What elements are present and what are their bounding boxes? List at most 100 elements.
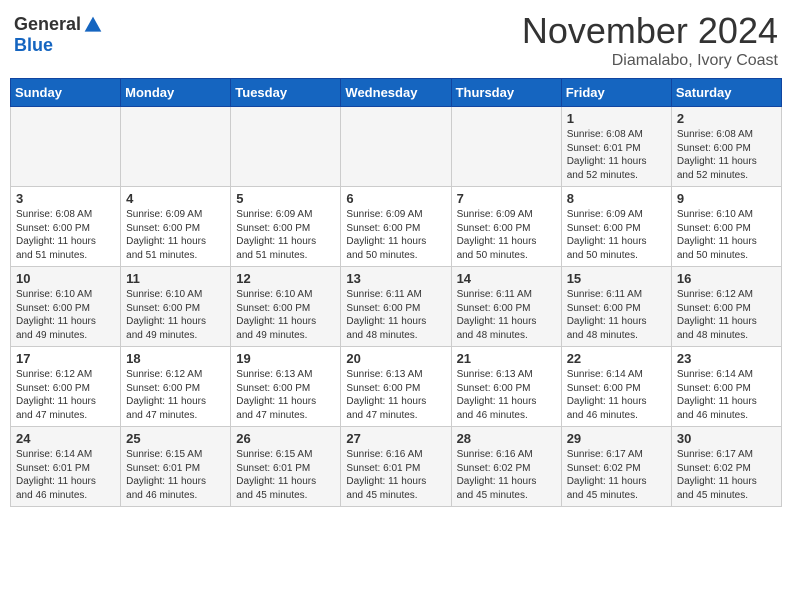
calendar-cell: 9 Sunrise: 6:10 AMSunset: 6:00 PMDaylight… — [671, 187, 781, 267]
day-info: Sunrise: 6:14 AMSunset: 6:00 PMDaylight:… — [677, 368, 776, 422]
day-number: 20 — [346, 351, 445, 366]
day-number: 9 — [677, 191, 776, 206]
day-info: Sunrise: 6:12 AMSunset: 6:00 PMDaylight:… — [677, 288, 776, 342]
day-number: 16 — [677, 271, 776, 286]
logo-general: General — [14, 14, 81, 35]
calendar-cell: 4 Sunrise: 6:09 AMSunset: 6:00 PMDaylight… — [121, 187, 231, 267]
day-info: Sunrise: 6:12 AMSunset: 6:00 PMDaylight:… — [126, 368, 225, 422]
calendar-cell: 29 Sunrise: 6:17 AMSunset: 6:02 PMDayligh… — [561, 427, 671, 507]
location-title: Diamalabo, Ivory Coast — [522, 52, 778, 70]
calendar-week-row: 10 Sunrise: 6:10 AMSunset: 6:00 PMDayligh… — [11, 267, 782, 347]
calendar-table: SundayMondayTuesdayWednesdayThursdayFrid… — [10, 78, 782, 507]
weekday-header: Wednesday — [341, 79, 451, 107]
day-info: Sunrise: 6:08 AMSunset: 6:00 PMDaylight:… — [16, 208, 115, 262]
calendar-week-row: 24 Sunrise: 6:14 AMSunset: 6:01 PMDayligh… — [11, 427, 782, 507]
day-number: 23 — [677, 351, 776, 366]
calendar-cell: 21Sunrise: 6:13 AMSunset: 6:00 PMDayligh… — [451, 347, 561, 427]
day-info: Sunrise: 6:13 AMSunset: 6:00 PMDaylight:… — [457, 368, 556, 422]
calendar-cell: 6 Sunrise: 6:09 AMSunset: 6:00 PMDaylight… — [341, 187, 451, 267]
month-title: November 2024 — [522, 10, 778, 52]
day-info: Sunrise: 6:09 AMSunset: 6:00 PMDaylight:… — [126, 208, 225, 262]
day-info: Sunrise: 6:08 AMSunset: 6:00 PMDaylight:… — [677, 128, 776, 182]
day-number: 19 — [236, 351, 335, 366]
day-number: 6 — [346, 191, 445, 206]
day-number: 14 — [457, 271, 556, 286]
day-info: Sunrise: 6:09 AMSunset: 6:00 PMDaylight:… — [236, 208, 335, 262]
day-number: 3 — [16, 191, 115, 206]
calendar-cell: 26Sunrise: 6:15 AMSunset: 6:01 PMDayligh… — [231, 427, 341, 507]
day-info: Sunrise: 6:08 AMSunset: 6:01 PMDaylight:… — [567, 128, 666, 182]
calendar-cell: 5 Sunrise: 6:09 AMSunset: 6:00 PMDaylight… — [231, 187, 341, 267]
calendar-cell: 1 Sunrise: 6:08 AMSunset: 6:01 PMDaylight… — [561, 107, 671, 187]
calendar-cell: 12Sunrise: 6:10 AMSunset: 6:00 PMDayligh… — [231, 267, 341, 347]
day-number: 29 — [567, 431, 666, 446]
day-info: Sunrise: 6:16 AMSunset: 6:01 PMDaylight:… — [346, 448, 445, 502]
calendar-week-row: 17 Sunrise: 6:12 AMSunset: 6:00 PMDayligh… — [11, 347, 782, 427]
day-info: Sunrise: 6:13 AMSunset: 6:00 PMDaylight:… — [346, 368, 445, 422]
day-info: Sunrise: 6:14 AMSunset: 6:01 PMDaylight:… — [16, 448, 115, 502]
day-number: 15 — [567, 271, 666, 286]
calendar-cell: 10Sunrise: 6:10 AMSunset: 6:00 PMDayligh… — [11, 267, 121, 347]
calendar-cell — [11, 107, 121, 187]
day-number: 17 — [16, 351, 115, 366]
calendar-week-row: 1 Sunrise: 6:08 AMSunset: 6:01 PMDaylight… — [11, 107, 782, 187]
day-number: 10 — [16, 271, 115, 286]
calendar-cell: 25 Sunrise: 6:15 AMSunset: 6:01 PMDayligh… — [121, 427, 231, 507]
day-number: 2 — [677, 111, 776, 126]
day-info: Sunrise: 6:09 AMSunset: 6:00 PMDaylight:… — [346, 208, 445, 262]
calendar-cell: 24 Sunrise: 6:14 AMSunset: 6:01 PMDayligh… — [11, 427, 121, 507]
day-info: Sunrise: 6:16 AMSunset: 6:02 PMDaylight:… — [457, 448, 556, 502]
day-info: Sunrise: 6:17 AMSunset: 6:02 PMDaylight:… — [567, 448, 666, 502]
day-info: Sunrise: 6:14 AMSunset: 6:00 PMDaylight:… — [567, 368, 666, 422]
weekday-header: Tuesday — [231, 79, 341, 107]
weekday-header: Sunday — [11, 79, 121, 107]
day-info: Sunrise: 6:17 AMSunset: 6:02 PMDaylight:… — [677, 448, 776, 502]
calendar-cell: 18Sunrise: 6:12 AMSunset: 6:00 PMDayligh… — [121, 347, 231, 427]
day-info: Sunrise: 6:09 AMSunset: 6:00 PMDaylight:… — [567, 208, 666, 262]
day-number: 7 — [457, 191, 556, 206]
calendar-cell: 7Sunrise: 6:09 AMSunset: 6:00 PMDaylight… — [451, 187, 561, 267]
day-number: 13 — [346, 271, 445, 286]
day-info: Sunrise: 6:10 AMSunset: 6:00 PMDaylight:… — [236, 288, 335, 342]
day-number: 25 — [126, 431, 225, 446]
calendar-cell — [121, 107, 231, 187]
day-number: 28 — [457, 431, 556, 446]
day-info: Sunrise: 6:10 AMSunset: 6:00 PMDaylight:… — [126, 288, 225, 342]
day-info: Sunrise: 6:11 AMSunset: 6:00 PMDaylight:… — [457, 288, 556, 342]
calendar-cell: 19 Sunrise: 6:13 AMSunset: 6:00 PMDayligh… — [231, 347, 341, 427]
day-number: 27 — [346, 431, 445, 446]
calendar-cell: 28 Sunrise: 6:16 AMSunset: 6:02 PMDayligh… — [451, 427, 561, 507]
calendar-cell: 20 Sunrise: 6:13 AMSunset: 6:00 PMDayligh… — [341, 347, 451, 427]
calendar-cell: 11 Sunrise: 6:10 AMSunset: 6:00 PMDayligh… — [121, 267, 231, 347]
calendar-cell: 13Sunrise: 6:11 AMSunset: 6:00 PMDayligh… — [341, 267, 451, 347]
calendar-cell: 30 Sunrise: 6:17 AMSunset: 6:02 PMDayligh… — [671, 427, 781, 507]
day-number: 30 — [677, 431, 776, 446]
day-info: Sunrise: 6:10 AMSunset: 6:00 PMDaylight:… — [677, 208, 776, 262]
weekday-header: Saturday — [671, 79, 781, 107]
calendar-cell — [451, 107, 561, 187]
calendar-cell: 27 Sunrise: 6:16 AMSunset: 6:01 PMDayligh… — [341, 427, 451, 507]
calendar-cell: 17 Sunrise: 6:12 AMSunset: 6:00 PMDayligh… — [11, 347, 121, 427]
day-number: 4 — [126, 191, 225, 206]
calendar-cell — [341, 107, 451, 187]
day-number: 1 — [567, 111, 666, 126]
day-info: Sunrise: 6:13 AMSunset: 6:00 PMDaylight:… — [236, 368, 335, 422]
title-area: November 2024 Diamalabo, Ivory Coast — [522, 10, 778, 70]
day-number: 24 — [16, 431, 115, 446]
weekday-header: Friday — [561, 79, 671, 107]
calendar-cell: 8 Sunrise: 6:09 AMSunset: 6:00 PMDaylight… — [561, 187, 671, 267]
calendar-cell: 22 Sunrise: 6:14 AMSunset: 6:00 PMDayligh… — [561, 347, 671, 427]
calendar-cell: 14 Sunrise: 6:11 AMSunset: 6:00 PMDayligh… — [451, 267, 561, 347]
calendar-cell: 16 Sunrise: 6:12 AMSunset: 6:00 PMDayligh… — [671, 267, 781, 347]
day-number: 22 — [567, 351, 666, 366]
day-number: 5 — [236, 191, 335, 206]
logo: General Blue — [14, 14, 103, 56]
day-info: Sunrise: 6:12 AMSunset: 6:00 PMDaylight:… — [16, 368, 115, 422]
calendar-cell: 15Sunrise: 6:11 AMSunset: 6:00 PMDayligh… — [561, 267, 671, 347]
day-number: 11 — [126, 271, 225, 286]
calendar-header-row: SundayMondayTuesdayWednesdayThursdayFrid… — [11, 79, 782, 107]
day-number: 8 — [567, 191, 666, 206]
day-number: 26 — [236, 431, 335, 446]
day-info: Sunrise: 6:15 AMSunset: 6:01 PMDaylight:… — [126, 448, 225, 502]
weekday-header: Thursday — [451, 79, 561, 107]
